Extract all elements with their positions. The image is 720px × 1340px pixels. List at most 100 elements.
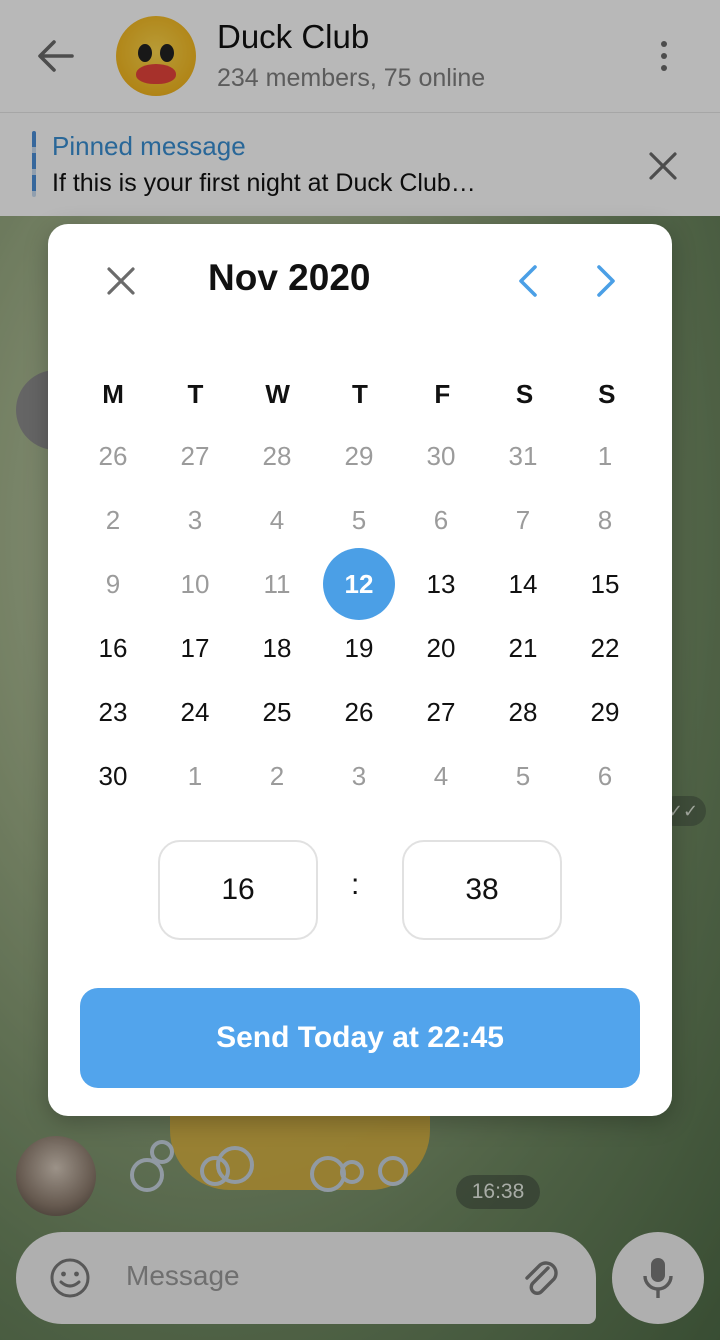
chevron-right-icon[interactable] (586, 260, 626, 302)
calendar-day-label: 28 (262, 440, 292, 471)
calendar-day-label: 15 (590, 568, 620, 599)
month-title: Nov 2020 (208, 257, 371, 298)
weekday-label: M (102, 379, 124, 409)
close-icon[interactable] (100, 260, 142, 302)
calendar-day[interactable]: 30 (400, 424, 482, 488)
calendar-day-label: 27 (426, 696, 456, 727)
calendar-day[interactable]: 24 (154, 680, 236, 744)
calendar-day[interactable]: 10 (154, 552, 236, 616)
calendar-day-label: 23 (98, 696, 128, 727)
calendar-day-label: 1 (597, 440, 613, 471)
calendar-day[interactable]: 22 (564, 616, 646, 680)
schedule-date-dialog: Nov 2020 M T W T F S S 26 27 28 29 30 31 1 2 3 4 5… (48, 224, 672, 1116)
calendar-day-label: 29 (590, 696, 620, 727)
weekday-label: T (187, 379, 204, 409)
calendar-day[interactable]: 14 (482, 552, 564, 616)
time-separator: : (351, 868, 360, 901)
calendar-day-selected[interactable]: 12 (318, 548, 400, 620)
calendar-day[interactable]: 30 (72, 744, 154, 808)
calendar-day[interactable]: 27 (154, 424, 236, 488)
chevron-left-icon[interactable] (508, 260, 548, 302)
calendar-day-label: 5 (351, 504, 367, 535)
calendar-day-label: 4 (269, 504, 285, 535)
calendar-day-label: 19 (344, 632, 374, 663)
calendar-day[interactable]: 13 (400, 552, 482, 616)
calendar-day-label: 2 (269, 760, 285, 791)
calendar-day-label: 20 (426, 632, 456, 663)
calendar-day[interactable]: 6 (564, 744, 646, 808)
calendar-day-label: 6 (433, 504, 449, 535)
calendar-day-label: 5 (515, 760, 531, 791)
calendar-day-label: 1 (187, 760, 203, 791)
calendar-day-label: 18 (262, 632, 292, 663)
calendar-day-label: 21 (508, 632, 538, 663)
calendar-day-label: 30 (98, 760, 128, 791)
calendar-day[interactable]: 2 (72, 488, 154, 552)
calendar-day[interactable]: 28 (482, 680, 564, 744)
minute-picker[interactable]: 38 (402, 840, 562, 940)
calendar-day[interactable]: 3 (318, 744, 400, 808)
calendar-day[interactable]: 19 (318, 616, 400, 680)
calendar-day-label: 3 (187, 504, 203, 535)
calendar-day[interactable]: 31 (482, 424, 564, 488)
calendar-day-label: 2 (105, 504, 121, 535)
calendar-day-label: 4 (433, 760, 449, 791)
calendar-day[interactable]: 20 (400, 616, 482, 680)
calendar-day[interactable]: 4 (400, 744, 482, 808)
calendar-day[interactable]: 5 (482, 744, 564, 808)
weekday-header: M T W T F S S (72, 374, 648, 414)
calendar-day-label: 17 (180, 632, 210, 663)
calendar-day[interactable]: 1 (154, 744, 236, 808)
calendar-days-grid: 26 27 28 29 30 31 1 2 3 4 5 6 7 8 9 10 11 12 13 14 15 16 17 18 1… (72, 424, 648, 808)
calendar-day-label: 29 (344, 440, 374, 471)
calendar-day[interactable]: 8 (564, 488, 646, 552)
calendar-day-label: 14 (508, 568, 538, 599)
calendar-day[interactable]: 5 (318, 488, 400, 552)
calendar-day-label: 26 (344, 696, 374, 727)
calendar-day-label: 3 (351, 760, 367, 791)
calendar-day[interactable]: 15 (564, 552, 646, 616)
calendar-day[interactable]: 28 (236, 424, 318, 488)
calendar-day[interactable]: 26 (72, 424, 154, 488)
calendar-day[interactable]: 25 (236, 680, 318, 744)
calendar-day-label: 12 (323, 548, 395, 620)
weekday-label: T (352, 379, 368, 409)
calendar-day[interactable]: 11 (236, 552, 318, 616)
calendar-day[interactable]: 27 (400, 680, 482, 744)
calendar-day[interactable]: 29 (318, 424, 400, 488)
hour-picker[interactable]: 16 (158, 840, 318, 940)
calendar-day[interactable]: 23 (72, 680, 154, 744)
calendar-day[interactable]: 16 (72, 616, 154, 680)
calendar-day-label: 6 (597, 760, 613, 791)
weekday-label: S (598, 379, 616, 409)
calendar-day[interactable]: 21 (482, 616, 564, 680)
calendar-day[interactable]: 6 (400, 488, 482, 552)
calendar-day-label: 7 (515, 504, 531, 535)
calendar-day[interactable]: 1 (564, 424, 646, 488)
calendar-day-label: 31 (508, 440, 538, 471)
weekday-label: W (265, 379, 290, 409)
calendar-day[interactable]: 3 (154, 488, 236, 552)
calendar-day-label: 28 (508, 696, 538, 727)
calendar-day[interactable]: 4 (236, 488, 318, 552)
calendar-day[interactable]: 2 (236, 744, 318, 808)
calendar-day[interactable]: 29 (564, 680, 646, 744)
calendar-day-label: 16 (98, 632, 128, 663)
calendar-day-label: 9 (105, 568, 121, 599)
calendar-day-label: 22 (590, 632, 620, 663)
calendar-day-label: 24 (180, 696, 210, 727)
calendar-day[interactable]: 9 (72, 552, 154, 616)
weekday-label: S (515, 379, 534, 409)
weekday-label: F (434, 379, 451, 409)
calendar-day-label: 10 (180, 568, 210, 599)
calendar-day-label: 27 (180, 440, 210, 471)
calendar-day[interactable]: 18 (236, 616, 318, 680)
calendar-day[interactable]: 7 (482, 488, 564, 552)
calendar-day-label: 13 (426, 568, 456, 599)
calendar-day[interactable]: 17 (154, 616, 236, 680)
calendar-day-label: 30 (426, 440, 456, 471)
send-scheduled-button[interactable]: Send Today at 22:45 (80, 988, 640, 1088)
calendar-day-label: 8 (597, 504, 613, 535)
calendar-day-label: 26 (98, 440, 128, 471)
calendar-day[interactable]: 26 (318, 680, 400, 744)
